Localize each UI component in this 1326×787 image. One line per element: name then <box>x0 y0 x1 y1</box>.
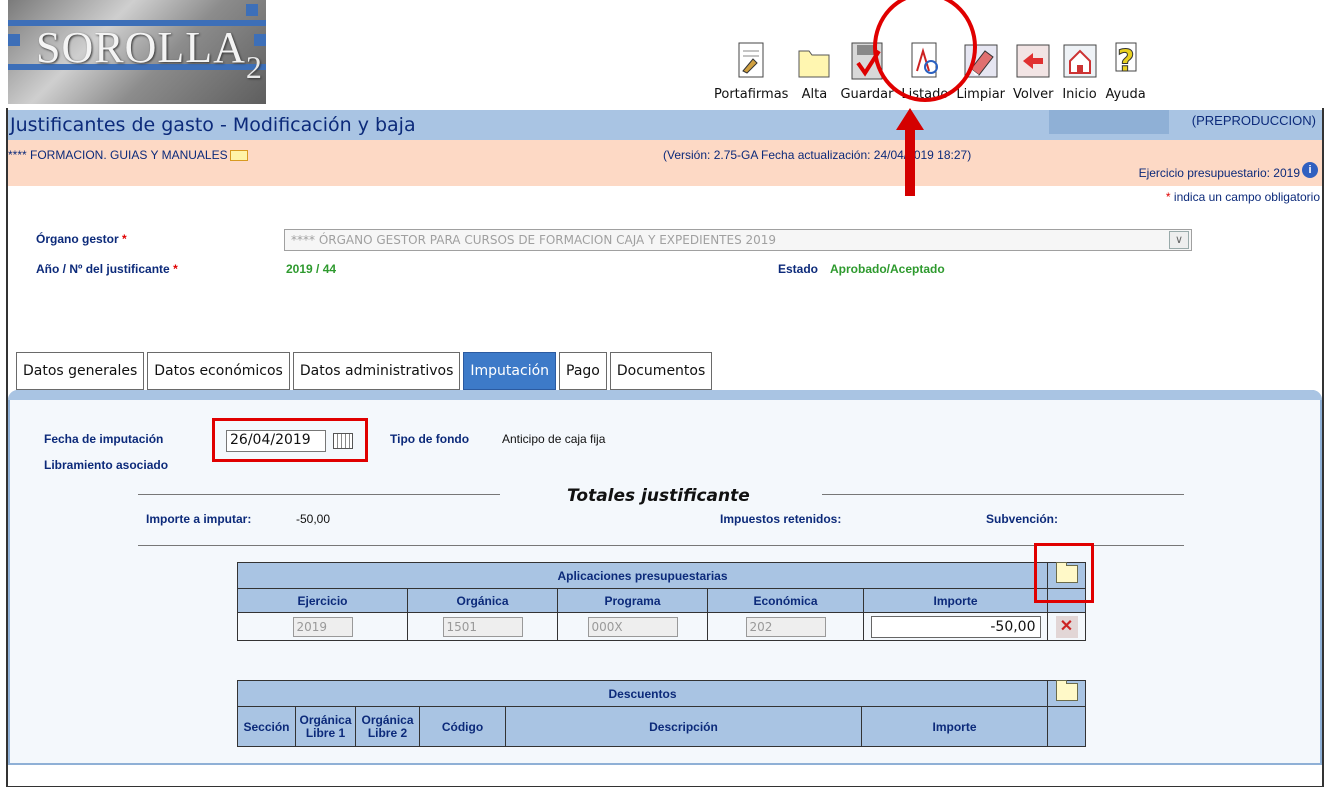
descuentos-table: Descuentos Sección Orgánica Libre 1 Orgán… <box>237 680 1086 747</box>
col-descripcion: Descripción <box>505 706 862 747</box>
cell-ejercicio: 2019 <box>237 612 408 641</box>
anio-value: 2019 / 44 <box>286 262 337 276</box>
calendar-icon[interactable] <box>333 433 353 449</box>
cell-delete: ✕ <box>1047 612 1086 641</box>
tab-datos-generales[interactable]: Datos generales <box>16 352 145 390</box>
panel-top-bar <box>8 390 1322 400</box>
home-icon <box>1062 41 1098 81</box>
folder-icon[interactable] <box>1055 680 1078 701</box>
environment-label: (PREPRODUCCION) <box>1191 113 1316 128</box>
mail-icon[interactable] <box>229 150 248 162</box>
descuentos-caption: Descuentos <box>237 680 1048 707</box>
col-organica: Orgánica <box>407 588 558 613</box>
app-header: SOROLLA2 Portafirmas Alta Guardar Listad… <box>6 0 1324 108</box>
required-note: * indica un campo obligatorio <box>1165 190 1320 204</box>
logo-square <box>246 4 258 16</box>
add-descuento-cell <box>1047 680 1086 707</box>
col-codigo: Código <box>419 706 506 747</box>
estado-label: Estado <box>778 262 819 276</box>
organo-select[interactable]: **** ÓRGANO GESTOR PARA CURSOS DE FORMAC… <box>284 229 1192 251</box>
col-actions <box>1047 588 1086 613</box>
aplicaciones-caption: Aplicaciones presupuestarias <box>237 562 1048 589</box>
totales-title: Totales justificante <box>567 486 750 506</box>
aplicaciones-table: Aplicaciones presupuestarias Ejercicio O… <box>237 562 1086 641</box>
col-importe: Importe <box>861 706 1048 747</box>
cell-organica: 1501 <box>407 612 558 641</box>
divider <box>138 494 500 495</box>
chevron-down-icon[interactable]: ∨ <box>1169 231 1189 249</box>
signature-pad-icon <box>733 41 769 81</box>
impuestos-label: Impuestos retenidos: <box>720 512 842 526</box>
portafirmas-button[interactable]: Portafirmas <box>714 41 788 102</box>
svg-text:?: ? <box>1117 44 1134 79</box>
cell-importe: -50,00 <box>863 612 1048 641</box>
tipo-fondo-value: Anticipo de caja fija <box>502 432 606 446</box>
col-ejercicio: Ejercicio <box>237 588 408 613</box>
fecha-imputacion-label: Fecha de imputación <box>44 432 164 446</box>
back-arrow-icon <box>1015 41 1051 81</box>
cell-programa: 000X <box>557 612 708 641</box>
tab-datos-administrativos[interactable]: Datos administrativos <box>292 352 461 390</box>
alta-button[interactable]: Alta <box>796 41 832 102</box>
save-check-icon <box>849 41 885 81</box>
info-bar: **** FORMACION. GUIAS Y MANUALES (Versió… <box>8 140 1322 186</box>
delete-icon[interactable]: ✕ <box>1055 615 1078 638</box>
limpiar-button[interactable]: Limpiar <box>956 41 1005 102</box>
anio-label: Año / Nº del justificante * <box>36 262 178 276</box>
col-organica-libre-2: Orgánica Libre 2 <box>355 706 420 747</box>
logo-square <box>8 34 20 46</box>
importe-input[interactable]: -50,00 <box>870 615 1041 638</box>
version-info: (Versión: 2.75-GA Fecha actualización: 2… <box>663 148 972 162</box>
economica-input: 202 <box>745 616 826 637</box>
tab-bar: Datos generales Datos económicos Datos a… <box>16 352 715 390</box>
tipo-fondo-label: Tipo de fondo <box>390 432 470 446</box>
tab-pago[interactable]: Pago <box>559 352 607 390</box>
fecha-imputacion-input[interactable]: 26/04/2019 <box>226 430 326 452</box>
eraser-icon <box>963 41 999 81</box>
estado-value: Aprobado/Aceptado <box>830 262 945 276</box>
cell-economica: 202 <box>707 612 864 641</box>
divider <box>822 494 1184 495</box>
add-aplicacion-cell <box>1047 562 1086 589</box>
tab-datos-economicos[interactable]: Datos económicos <box>147 352 290 390</box>
col-actions <box>1047 706 1086 747</box>
divider <box>138 545 1184 546</box>
col-seccion: Sección <box>237 706 296 747</box>
col-economica: Económica <box>707 588 864 613</box>
volver-button[interactable]: Volver <box>1013 41 1054 102</box>
help-icon: ? <box>1108 41 1144 81</box>
table-row: 2019 1501 000X 202 -50,00 ✕ <box>237 612 1086 641</box>
subvencion-label: Subvención: <box>986 512 1059 526</box>
page-title: Justificantes de gasto - Modificación y … <box>10 114 416 136</box>
tab-imputacion[interactable]: Imputación <box>463 352 557 390</box>
importe-imputar-label: Importe a imputar: <box>146 512 252 526</box>
folder-icon[interactable] <box>1055 562 1078 583</box>
guardar-button[interactable]: Guardar <box>840 41 893 102</box>
inicio-button[interactable]: Inicio <box>1062 41 1098 102</box>
importe-imputar-value: -50,00 <box>296 512 331 526</box>
title-bar: Justificantes de gasto - Modificación y … <box>8 110 1322 140</box>
ejercicio-info: Ejercicio presupuestario: 2019 <box>1138 166 1300 180</box>
tab-documentos[interactable]: Documentos <box>609 352 713 390</box>
organo-label: Órgano gestor * <box>36 232 127 246</box>
programa-input: 000X <box>587 616 678 637</box>
logo-text: SOROLLA2 <box>36 23 263 85</box>
document-list-icon <box>907 41 943 81</box>
organica-input: 1501 <box>442 616 523 637</box>
sorolla-logo: SOROLLA2 <box>8 0 266 104</box>
col-programa: Programa <box>557 588 708 613</box>
folder-icon <box>796 41 832 81</box>
col-organica-libre-1: Orgánica Libre 1 <box>295 706 356 747</box>
toolbar: Portafirmas Alta Guardar Listado Limpiar <box>710 6 1150 102</box>
user-info: **** FORMACION. GUIAS Y MANUALES <box>8 148 248 162</box>
ayuda-button[interactable]: ? Ayuda <box>1106 41 1146 102</box>
col-importe: Importe <box>863 588 1048 613</box>
ejercicio-input: 2019 <box>292 616 353 637</box>
user-box <box>1049 110 1169 134</box>
info-icon[interactable]: i <box>1302 162 1318 178</box>
libramiento-label: Libramiento asociado <box>44 458 169 472</box>
listado-button[interactable]: Listado <box>901 41 948 102</box>
